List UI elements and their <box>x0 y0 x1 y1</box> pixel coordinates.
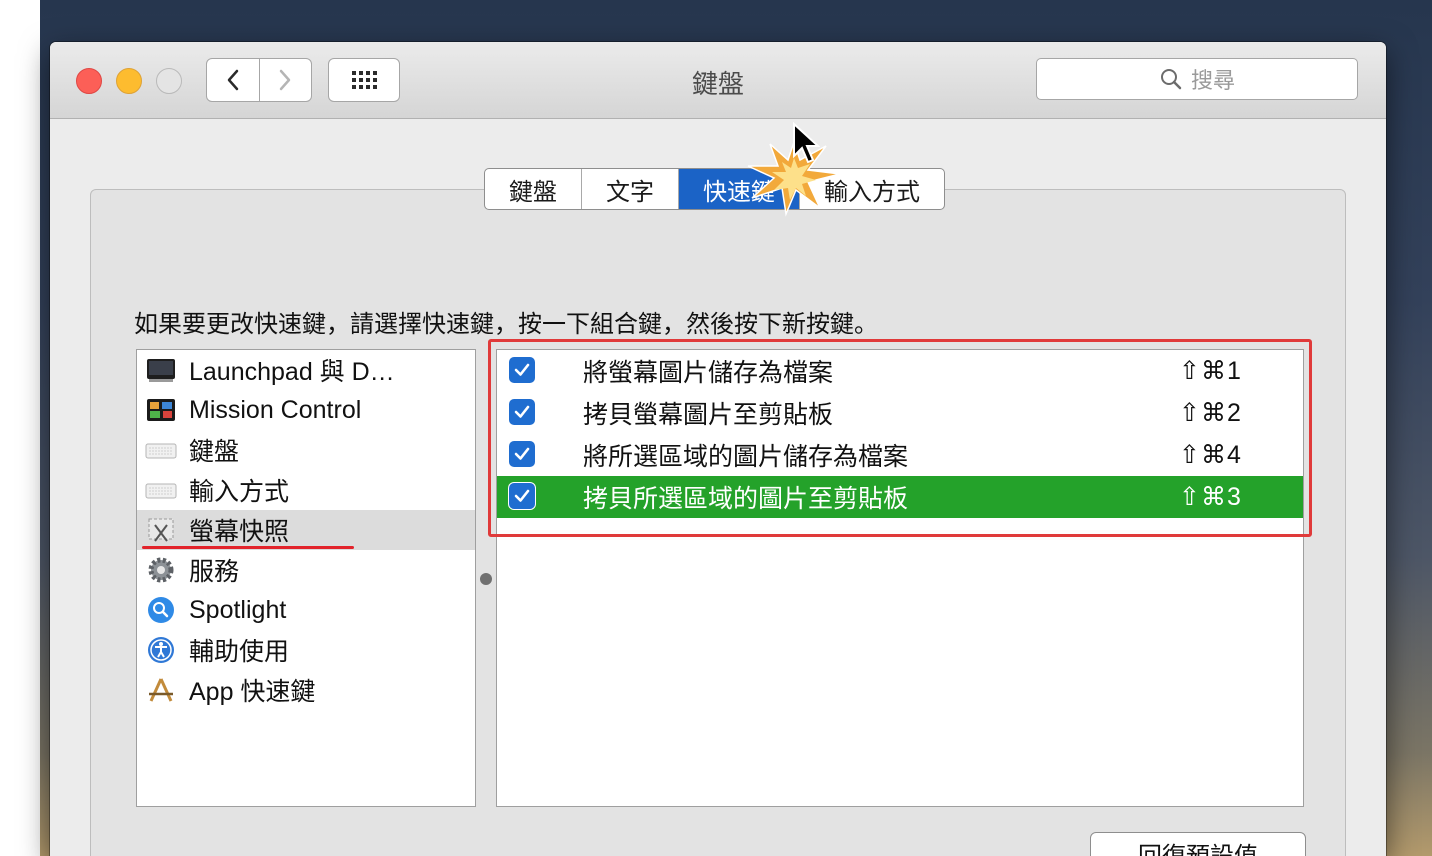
checkmark-icon <box>514 405 530 418</box>
shortcut-row[interactable]: 將螢幕圖片儲存為檔案 ⇧⌘1 <box>497 350 1303 392</box>
shortcut-key[interactable]: ⇧⌘1 <box>1179 356 1242 386</box>
tab-keyboard[interactable]: 鍵盤 <box>485 169 581 209</box>
spotlight-icon <box>145 594 177 626</box>
shortcut-label: 拷貝所選區域的圖片至剪貼板 <box>583 485 909 513</box>
tab-text[interactable]: 文字 <box>581 169 678 209</box>
launchpad-icon <box>145 354 177 386</box>
shortcut-checkbox[interactable] <box>509 441 535 467</box>
category-item-mission-control[interactable]: Mission Control <box>137 390 475 430</box>
shortcut-label: 將螢幕圖片儲存為檔案 <box>583 359 834 387</box>
shortcut-checkbox[interactable] <box>509 399 535 425</box>
category-label: 服務 <box>189 558 240 586</box>
shortcut-checkbox[interactable] <box>509 357 535 383</box>
shortcut-category-list[interactable]: Launchpad 與 D… Mission Control 鍵盤 輸入方式 螢… <box>136 349 476 807</box>
shortcut-label: 將所選區域的圖片儲存為檔案 <box>583 443 909 471</box>
category-item-input-sources[interactable]: 輸入方式 <box>137 470 475 510</box>
shortcut-label: 拷貝螢幕圖片至剪貼板 <box>583 401 834 429</box>
shortcut-row[interactable]: 將所選區域的圖片儲存為檔案 ⇧⌘4 <box>497 434 1303 476</box>
category-label: Launchpad 與 D… <box>189 358 395 386</box>
gear-icon <box>145 554 177 586</box>
category-label: Spotlight <box>189 595 287 624</box>
category-item-launchpad[interactable]: Launchpad 與 D… <box>137 350 475 390</box>
screenshot-icon <box>145 514 177 546</box>
mission-control-icon <box>145 394 177 426</box>
category-item-keyboard[interactable]: 鍵盤 <box>137 430 475 470</box>
category-label: App 快速鍵 <box>189 678 316 706</box>
category-item-screenshots[interactable]: 螢幕快照 <box>137 510 475 550</box>
category-item-services[interactable]: 服務 <box>137 550 475 590</box>
shortcut-list[interactable]: 將螢幕圖片儲存為檔案 ⇧⌘1 拷貝螢幕圖片至剪貼板 ⇧⌘2 將所選區域的圖片儲存… <box>496 349 1304 807</box>
checkmark-icon <box>514 489 530 502</box>
search-field[interactable]: 搜尋 <box>1036 58 1358 100</box>
category-item-accessibility[interactable]: 輔助使用 <box>137 630 475 670</box>
shortcut-checkbox[interactable] <box>509 483 535 509</box>
category-label: 螢幕快照 <box>189 518 290 546</box>
category-item-spotlight[interactable]: Spotlight <box>137 590 475 630</box>
app-shortcuts-icon <box>145 674 177 706</box>
category-label: 鍵盤 <box>189 438 240 466</box>
instruction-text: 如果要更改快速鍵，請選擇快速鍵，按一下組合鍵，然後按下新按鍵。 <box>134 311 878 338</box>
shortcut-key[interactable]: ⇧⌘4 <box>1179 440 1242 470</box>
mouse-cursor-icon <box>793 122 820 164</box>
split-view-handle[interactable] <box>480 573 492 585</box>
accessibility-icon <box>145 634 177 666</box>
keyboard-icon <box>145 434 177 466</box>
restore-defaults-button[interactable]: 回復預設值 <box>1090 832 1306 856</box>
category-label: 輸入方式 <box>189 478 290 506</box>
keyboard-icon <box>145 474 177 506</box>
shortcut-key[interactable]: ⇧⌘3 <box>1179 482 1242 512</box>
checkmark-icon <box>514 363 530 376</box>
shortcut-key[interactable]: ⇧⌘2 <box>1179 398 1242 428</box>
preferences-content: 鍵盤 文字 快速鍵 輸入方式 如果要更改快速鍵，請選擇快速鍵，按一下組合鍵，然後… <box>50 119 1386 856</box>
keyboard-preferences-window: 鍵盤 搜尋 鍵盤 文字 快速鍵 輸入方式 如果要更改快速鍵，請選擇快速鍵，按一下… <box>50 42 1386 856</box>
category-label: Mission Control <box>189 395 362 424</box>
search-icon <box>1160 69 1182 90</box>
search-placeholder: 搜尋 <box>1190 68 1235 93</box>
checkmark-icon <box>514 447 530 460</box>
title-bar: 鍵盤 搜尋 <box>50 42 1386 119</box>
category-item-app-shortcuts[interactable]: App 快速鍵 <box>137 670 475 710</box>
shortcut-row[interactable]: 拷貝螢幕圖片至剪貼板 ⇧⌘2 <box>497 392 1303 434</box>
category-label: 輔助使用 <box>189 638 290 666</box>
shortcut-row-selected[interactable]: 拷貝所選區域的圖片至剪貼板 ⇧⌘3 <box>497 476 1303 518</box>
annotation-underline <box>142 546 354 549</box>
tab-bar: 鍵盤 文字 快速鍵 輸入方式 <box>484 168 945 210</box>
